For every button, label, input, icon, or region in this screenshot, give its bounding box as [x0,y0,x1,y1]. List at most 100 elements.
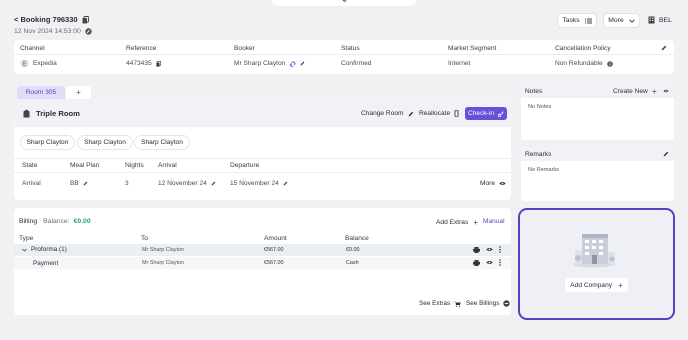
col-header-reference: Reference [126,45,157,52]
chevron-down-icon [341,0,348,3]
expedia-logo-icon: E [20,59,29,68]
channel-text: Expedia [33,60,57,67]
booking-title[interactable]: < Booking 796330 [14,15,78,24]
see-extras-label: See Extras [419,300,451,307]
add-company-button[interactable]: Add Company + [565,278,628,292]
chevron-down-icon [628,18,635,23]
edit-pencil-icon[interactable] [83,181,88,186]
property-code: BEL [659,16,672,24]
booker-text[interactable]: Mr Sharp Clayton [234,60,285,67]
print-icon[interactable] [473,246,480,253]
billing-title: Billing [19,218,38,225]
more-menu-button[interactable]: More [603,13,640,28]
col-header-meal-plan: Meal Plan [70,162,100,169]
col-header-channel: Channel [20,45,45,52]
print-icon[interactable] [473,259,480,266]
billing-header: Billing Balance: €0.00 [19,218,91,225]
eye-icon[interactable] [486,247,493,252]
see-billings-button[interactable]: See Billings [466,300,511,307]
proforma-actions [473,246,501,253]
edit-pencil-icon[interactable] [283,181,288,186]
proforma-type-text: Proforma (1) [31,246,67,253]
payment-balance: Cash [346,260,359,266]
proforma-balance: €0.00 [346,247,360,253]
edit-pencil-icon[interactable] [211,181,216,186]
plus-icon: + [651,87,657,96]
eye-icon[interactable] [663,89,669,93]
remarks-title: Remarks [525,151,552,158]
col-header-booker: Booker [234,45,255,52]
cart-icon [454,301,461,307]
billing-row-payment[interactable] [14,257,511,269]
guest-chip-1[interactable]: Sharp Clayton [20,135,75,150]
meal-plan-text: BB [70,180,79,187]
list-icon [584,18,592,24]
edit-pencil-icon[interactable] [663,151,669,157]
proforma-type: Proforma (1) [22,246,67,253]
create-new-note-button[interactable]: Create New + [613,87,657,96]
departure-value: 15 November 24 [230,180,288,187]
key-icon [498,110,504,117]
billing-col-amount: Amount [264,235,287,242]
billing-card: Billing Balance: €0.00 Add Extras + Manu… [14,208,511,315]
guest-name: Sharp Clayton [26,139,69,146]
room-more-button[interactable]: More [480,180,506,187]
remarks-card: Remarks No Remarks [521,147,674,201]
tasks-label: Tasks [562,17,580,24]
edit-circle-icon[interactable] [85,28,92,35]
add-room-tab-button[interactable]: + [66,86,91,99]
check-in-button[interactable]: Check-in [465,107,507,120]
plus-icon: + [618,280,623,290]
departure-text: 15 November 24 [230,180,279,187]
edit-pencil-icon [408,111,414,117]
company-card: Add Company + [518,208,675,320]
billing-row-proforma[interactable] [14,244,511,256]
tasks-button[interactable]: Tasks [557,13,597,28]
kebab-menu-icon[interactable] [499,259,501,266]
col-header-arrival: Arrival [158,162,177,169]
tab-room-label: Room 305 [25,89,57,96]
cancellation-policy-text: Non Refundable [555,60,603,67]
col-header-nights: Nights [125,162,144,169]
booker-value: Mr Sharp Clayton [234,60,305,67]
link-icon[interactable] [289,60,297,67]
meal-plan-value: BB [70,180,88,187]
chevron-down-icon[interactable] [22,248,27,252]
notes-card: Notes Create New + No Notes [521,84,674,140]
notes-empty-text: No Notes [528,104,552,110]
cancellation-policy-value: Non Refundable [555,60,613,67]
copy-icon[interactable] [155,60,161,67]
reference-value: 4473435 [126,60,161,67]
proforma-amount: €567.00 [264,247,284,253]
eye-icon[interactable] [486,260,493,265]
remarks-empty-text: No Remarks [528,167,560,173]
copy-icon[interactable] [82,15,89,24]
edit-pencil-icon[interactable] [661,45,667,51]
tab-room-305[interactable]: Room 305 [17,86,65,99]
kebab-menu-icon[interactable] [499,246,501,253]
property-indicator[interactable]: BEL [648,16,672,24]
balance-label: Balance: [43,218,70,225]
guest-chip-3[interactable]: Sharp Clayton [134,135,190,150]
check-in-label: Check-in [467,110,495,117]
manual-link[interactable]: Manual [483,218,505,225]
info-icon[interactable] [606,60,613,67]
room-more-label: More [480,180,496,187]
state-value: Arrival [22,180,41,187]
plus-icon: + [473,218,478,227]
notes-title: Notes [525,88,543,95]
building-icon [648,16,655,24]
edit-pencil-icon[interactable] [300,61,305,66]
balance-value: €0.00 [73,218,91,225]
divider [14,54,674,55]
arrival-value: 12 November 24 [158,180,216,187]
add-extras-button[interactable]: Add Extras + [436,218,478,227]
top-collapse-tab[interactable] [271,0,417,6]
booking-date: 12 Nov 2024 14:53:00 [14,28,81,35]
see-extras-button[interactable]: See Extras [419,300,461,307]
guest-chip-2[interactable]: Sharp Clayton [77,135,133,150]
change-room-button[interactable]: Change Room [361,110,414,117]
reallocate-button[interactable]: Reallocate [419,110,459,117]
coin-icon [503,300,511,307]
proforma-to: Mr Sharp Clayton [142,247,184,253]
